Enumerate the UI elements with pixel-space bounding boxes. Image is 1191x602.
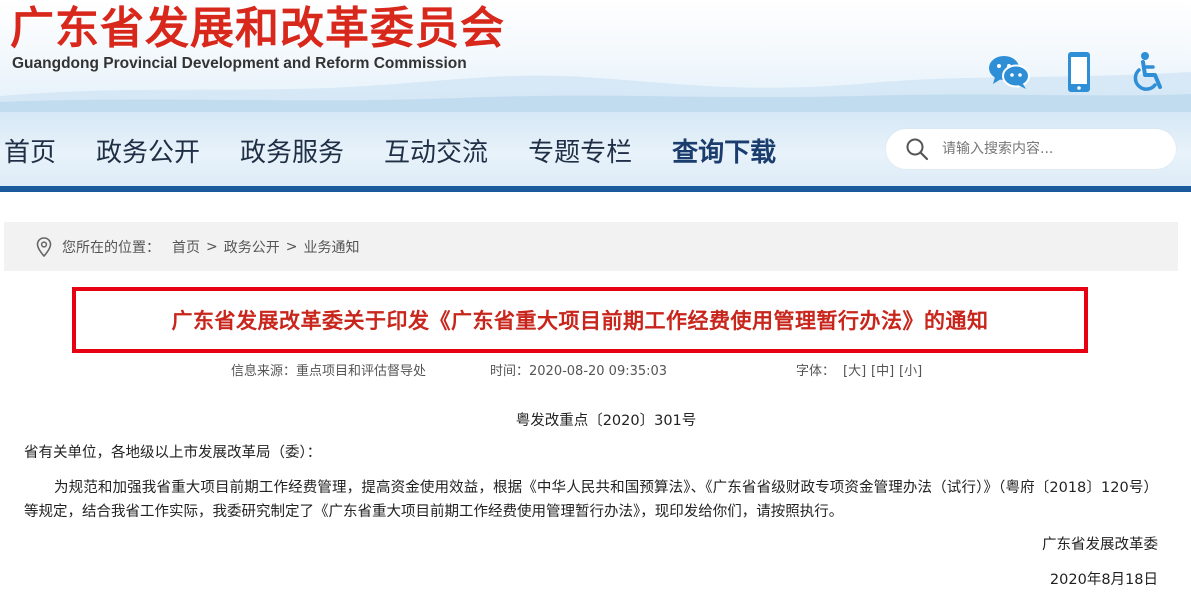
nav-special-topics[interactable]: 专题专栏: [528, 132, 632, 169]
wechat-icon[interactable]: [987, 50, 1031, 94]
document-number: 粤发改重点〔2020〕301号: [515, 413, 697, 429]
font-size-small[interactable]: [小]: [899, 360, 922, 379]
search-icon[interactable]: [902, 134, 932, 164]
search-box: [886, 129, 1176, 169]
nav-government-services[interactable]: 政务服务: [240, 132, 344, 169]
addressee: 省有关单位，各地级以上市发展改革局（委）：: [24, 445, 322, 461]
font-size-label: 字体：: [796, 364, 836, 379]
nav-divider: [0, 186, 1191, 192]
nav-home[interactable]: 首页: [4, 132, 56, 169]
article-body: 为规范和加强我省重大项目前期工作经费管理，提高资金使用效益，根据《中华人民共和国…: [24, 480, 1158, 520]
breadcrumb-home[interactable]: 首页: [172, 237, 200, 257]
breadcrumb: 您所在的位置： 首页 > 政务公开 > 业务通知: [4, 222, 1178, 271]
mobile-icon[interactable]: [1057, 50, 1101, 94]
header-banner: 广东省发展和改革委员会 Guangdong Provincial Develop…: [0, 0, 1191, 112]
article-meta: 信息来源：重点项目和评估督导处 时间：2020-08-20 09:35:03 字…: [0, 360, 1191, 380]
font-size-large[interactable]: [大]: [843, 360, 866, 379]
article-title-box: 广东省发展改革委关于印发《广东省重大项目前期工作经费使用管理暂行办法》的通知: [72, 287, 1088, 353]
breadcrumb-separator: >: [206, 238, 218, 255]
article-source: 信息来源：重点项目和评估督导处: [231, 364, 427, 379]
article-time: 时间：2020-08-20 09:35:03: [490, 364, 668, 379]
breadcrumb-separator: >: [285, 238, 298, 255]
issue-date: 2020年8月18日: [1049, 572, 1158, 588]
site-title: 广东省发展和改革委员会: [10, 3, 505, 54]
font-size-medium[interactable]: [中]: [871, 360, 894, 379]
breadcrumb-label: 您所在的位置：: [62, 239, 160, 256]
main-nav: 首页 政务公开 政务服务 互动交流 专题专栏 查询下载: [0, 112, 1191, 188]
accessibility-icon[interactable]: [1127, 50, 1171, 94]
site-title-english: Guangdong Provincial Development and Ref…: [12, 55, 467, 72]
nav-query-download[interactable]: 查询下载: [672, 132, 776, 169]
breadcrumb-government-affairs[interactable]: 政务公开: [224, 237, 280, 257]
nav-government-affairs[interactable]: 政务公开: [96, 132, 200, 169]
signature: 广东省发展改革委: [1042, 537, 1158, 553]
location-icon: [36, 236, 54, 258]
search-input[interactable]: [940, 140, 1164, 158]
nav-interaction[interactable]: 互动交流: [384, 132, 488, 169]
article-title: 广东省发展改革委关于印发《广东省重大项目前期工作经费使用管理暂行办法》的通知: [171, 309, 989, 333]
breadcrumb-business-notice[interactable]: 业务通知: [303, 237, 359, 257]
